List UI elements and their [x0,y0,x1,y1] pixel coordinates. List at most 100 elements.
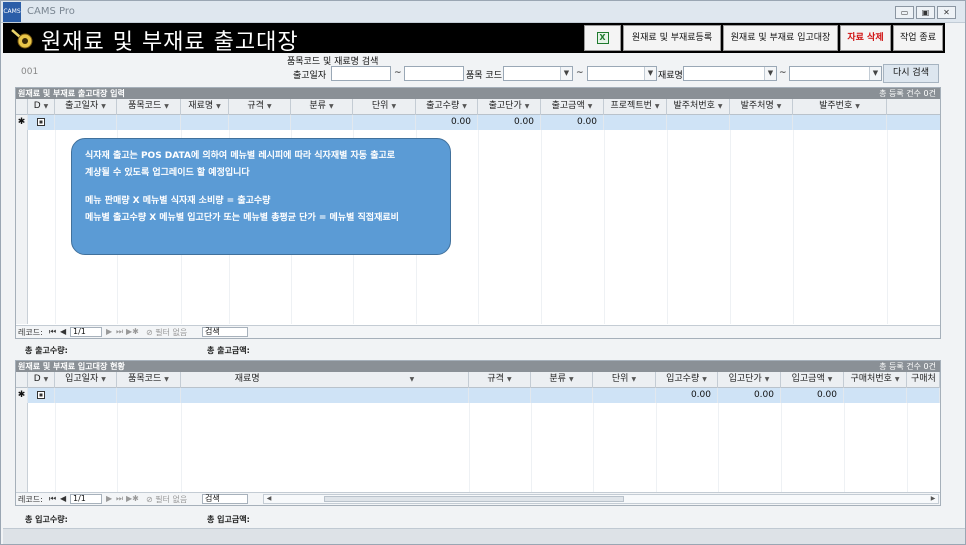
column-header-unit[interactable]: 단위 ▼ [353,99,416,115]
record-search-input[interactable]: 검색 [202,327,248,337]
redo-search-button[interactable]: 다시 검색 [883,64,939,83]
column-header-spec[interactable]: 규격 ▼ [469,372,531,388]
prev-record-icon[interactable]: ◀ [60,494,66,503]
column-header-supplier-name[interactable]: 발주처명 ▼ [730,99,793,115]
cell-category[interactable] [531,388,593,403]
last-record-icon[interactable]: ⏭ [116,494,123,504]
cell-qty[interactable]: 0.00 [656,388,718,403]
excel-export-button[interactable]: X [584,25,621,51]
cell-price[interactable]: 0.00 [718,388,781,403]
register-materials-button[interactable]: 원재료 및 부재료등록 [623,25,721,51]
column-header-amount[interactable]: 출고금액 ▼ [541,99,604,115]
column-header-price[interactable]: 입고단가 ▼ [718,372,781,388]
prev-record-icon[interactable]: ◀ [60,327,66,336]
column-header-qty[interactable]: 입고수량 ▼ [656,372,718,388]
cell-vendor[interactable] [907,388,940,403]
next-record-icon[interactable]: ▶ [106,494,112,503]
scroll-right-icon[interactable]: ▶ [928,495,938,503]
inbound-ledger-button[interactable]: 원재료 및 부재료 입고대장 [723,25,838,51]
row-indicator-header [16,99,28,115]
row-checkbox[interactable] [28,115,55,130]
cell-supplier-name[interactable] [730,115,793,130]
column-header-vendor[interactable]: 구매처 [907,372,940,388]
cell-item-code[interactable] [117,115,181,130]
last-record-icon[interactable]: ⏭ [116,327,123,337]
cell-spec[interactable] [469,388,531,403]
first-record-icon[interactable]: ⏮ [49,494,56,504]
column-header-item-code[interactable]: 품목코드 ▼ [117,99,181,115]
column-header-price[interactable]: 출고단가 ▼ [478,99,541,115]
inbound-grid-body[interactable] [16,403,940,492]
column-header-qty[interactable]: 출고수량 ▼ [416,99,478,115]
callout-line-4: 메뉴별 출고수량 X 메뉴별 입고단가 또는 메뉴별 총평균 단가 = 메뉴별 … [85,213,399,223]
item-code-from-combo[interactable]: ▼ [503,66,573,81]
cell-category[interactable] [291,115,353,130]
inbound-record-navigator: 레코드: ⏮ ◀ 1/1 ▶ ⏭ ▶✱ ⊘ 필터 없음 검색 ◀ ▶ [16,492,940,505]
scroll-left-icon[interactable]: ◀ [264,495,274,503]
cell-item-code[interactable] [117,388,181,403]
column-header-category[interactable]: 분류 ▼ [291,99,353,115]
record-position-input[interactable]: 1/1 [70,327,102,337]
chevron-down-icon[interactable]: ▼ [869,67,881,80]
cell-qty[interactable]: 0.00 [416,115,478,130]
outbound-new-row[interactable]: ✱ 0.00 0.00 0.00 [16,115,940,130]
material-name-from-combo[interactable]: ▼ [683,66,777,81]
column-header-inbound-date[interactable]: 입고일자 ▼ [55,372,117,388]
new-record-icon[interactable]: ▶✱ [126,494,139,503]
column-header-material-name[interactable]: 재료명 ▼ [181,99,229,115]
first-record-icon[interactable]: ⏮ [49,327,56,337]
column-header-vendor-no[interactable]: 구매처번호 ▼ [844,372,907,388]
cell-date[interactable] [55,115,117,130]
column-header-outbound-date[interactable]: 출고일자 ▼ [55,99,117,115]
delete-data-button[interactable]: 자료 삭제 [840,25,891,51]
filter-toggle[interactable]: ⊘ 필터 없음 [146,327,187,338]
column-header-amount[interactable]: 입고금액 ▼ [781,372,844,388]
cell-amount[interactable]: 0.00 [541,115,604,130]
cell-vendor-no[interactable] [844,388,907,403]
app-window: CAMS CAMS Pro ▭ ▣ ✕ 원재료 및 부재료 출고대장 X 원재료… [0,0,966,545]
exit-button[interactable]: 작업 종료 [893,25,943,51]
cell-unit[interactable] [593,388,656,403]
cell-material-name[interactable] [181,115,229,130]
cell-project-no[interactable] [604,115,667,130]
record-position-input[interactable]: 1/1 [70,494,102,504]
record-search-input[interactable]: 검색 [202,494,248,504]
cell-spec[interactable] [229,115,291,130]
cell-price[interactable]: 0.00 [478,115,541,130]
column-header-spec[interactable]: 규격 ▼ [229,99,291,115]
column-header-unit[interactable]: 단위 ▼ [593,372,656,388]
chevron-down-icon[interactable]: ▼ [644,67,656,80]
next-record-icon[interactable]: ▶ [106,327,112,336]
horizontal-scrollbar[interactable]: ◀ ▶ [263,494,939,504]
cell-amount[interactable]: 0.00 [781,388,844,403]
cell-unit[interactable] [353,115,416,130]
column-header-category[interactable]: 분류 ▼ [531,372,593,388]
column-header-supplier-no[interactable]: 발주처번호 ▼ [667,99,730,115]
cell-order-no[interactable] [793,115,887,130]
maximize-button[interactable]: ▣ [916,6,935,19]
chevron-down-icon[interactable]: ▼ [764,67,776,80]
column-header-d[interactable]: D ▼ [28,372,55,388]
date-from-input[interactable] [331,66,391,81]
date-to-input[interactable] [404,66,464,81]
inbound-new-row[interactable]: ✱ 0.00 0.00 0.00 [16,388,940,403]
minimize-button[interactable]: ▭ [895,6,914,19]
item-code-label: 품목 코드 [466,71,502,81]
cell-material-name[interactable] [181,388,469,403]
chevron-down-icon[interactable]: ▼ [560,67,572,80]
cell-date[interactable] [55,388,117,403]
scroll-thumb[interactable] [324,496,624,502]
close-button[interactable]: ✕ [937,6,956,19]
callout-line-1: 식자재 출고는 POS DATA에 의하여 메뉴별 레시피에 따라 식자재별 자… [85,151,396,161]
cell-supplier-no[interactable] [667,115,730,130]
material-name-to-combo[interactable]: ▼ [789,66,882,81]
new-record-icon[interactable]: ▶✱ [126,327,139,336]
column-header-order-no[interactable]: 발주번호 ▼ [793,99,887,115]
column-header-d[interactable]: D ▼ [28,99,55,115]
column-header-item-code[interactable]: 품목코드 ▼ [117,372,181,388]
filter-toggle[interactable]: ⊘ 필터 없음 [146,494,187,505]
item-code-to-combo[interactable]: ▼ [587,66,657,81]
column-header-material-name[interactable]: 재료명 ▼ [181,372,469,388]
column-header-project-no[interactable]: 프로젝트번 ▼ [604,99,667,115]
row-checkbox[interactable] [28,388,55,403]
